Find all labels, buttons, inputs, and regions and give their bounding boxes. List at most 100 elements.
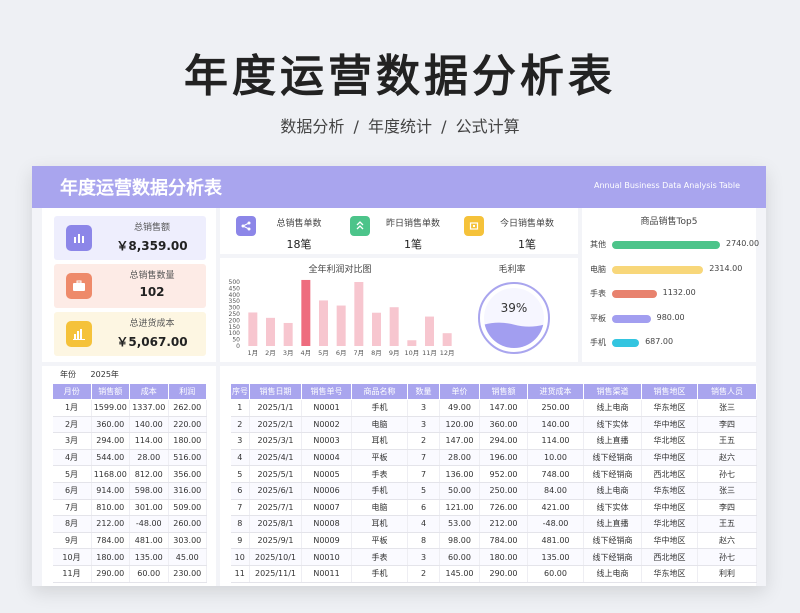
table-row[interactable]: 5月 1168.00 812.00 356.00 xyxy=(52,465,207,483)
table-row[interactable]: 9 2025/9/1 N0009 平板 8 98.00 784.00 481.00 线下经销商华… xyxy=(230,532,757,550)
table-cell[interactable]: 784.00 xyxy=(91,532,130,550)
table-cell[interactable]: 509.00 xyxy=(168,499,207,517)
table-cell[interactable]: 28.00 xyxy=(439,449,480,467)
table-cell[interactable]: 电脑 xyxy=(351,416,408,434)
table-cell[interactable]: 5 xyxy=(230,465,250,483)
table-cell[interactable]: 11月 xyxy=(52,565,92,583)
table-cell[interactable]: 294.00 xyxy=(479,432,528,450)
table-cell[interactable]: 耳机 xyxy=(351,515,408,533)
table-cell[interactable]: N0003 xyxy=(301,432,352,450)
table-cell[interactable]: 260.00 xyxy=(168,515,207,533)
table-row[interactable]: 6月 914.00 598.00 316.00 xyxy=(52,482,207,500)
table-cell[interactable]: N0001 xyxy=(301,399,352,417)
table-cell[interactable]: 180.00 xyxy=(479,548,528,566)
table-cell[interactable]: 2 xyxy=(407,565,440,583)
table-cell[interactable]: 利利 xyxy=(697,565,757,583)
table-cell[interactable]: 平板 xyxy=(351,532,408,550)
table-cell[interactable]: 135.00 xyxy=(527,548,584,566)
table-cell[interactable]: -48.00 xyxy=(129,515,169,533)
table-cell[interactable]: 6 xyxy=(230,482,250,500)
table-row[interactable]: 10 2025/10/1 N0010 手表 3 60.00 180.00 135.00 线下经销… xyxy=(230,548,757,566)
table-cell[interactable]: 手机 xyxy=(351,399,408,417)
table-cell[interactable]: 赵六 xyxy=(697,532,757,550)
table-cell[interactable]: 4 xyxy=(230,449,250,467)
table-cell[interactable]: 481.00 xyxy=(129,532,169,550)
table-cell[interactable]: 212.00 xyxy=(91,515,130,533)
table-cell[interactable]: 1 xyxy=(230,399,250,417)
table-cell[interactable]: 360.00 xyxy=(479,416,528,434)
table-row[interactable]: 2 2025/2/1 N0002 电脑 3 120.00 360.00 140.00 线下实体华… xyxy=(230,416,757,434)
table-cell[interactable]: 7 xyxy=(230,499,250,517)
profit-bar[interactable] xyxy=(319,300,328,346)
table-row[interactable]: 2月 360.00 140.00 220.00 xyxy=(52,416,207,434)
table-cell[interactable]: 线上直播 xyxy=(583,432,642,450)
table-cell[interactable]: N0009 xyxy=(301,532,352,550)
table-cell[interactable]: 张三 xyxy=(697,399,757,417)
table-cell[interactable]: 线下经销商 xyxy=(583,465,642,483)
table-cell[interactable]: 赵六 xyxy=(697,449,757,467)
table-cell[interactable]: N0007 xyxy=(301,499,352,517)
table-cell[interactable]: 2025/10/1 xyxy=(249,548,302,566)
table-cell[interactable]: 84.00 xyxy=(527,482,584,500)
table-cell[interactable]: 电脑 xyxy=(351,499,408,517)
table-cell[interactable]: 360.00 xyxy=(91,416,130,434)
table-cell[interactable]: 53.00 xyxy=(439,515,480,533)
table-cell[interactable]: 421.00 xyxy=(527,499,584,517)
table-cell[interactable]: 西北地区 xyxy=(641,465,698,483)
table-cell[interactable]: 西北地区 xyxy=(641,548,698,566)
table-cell[interactable]: 10.00 xyxy=(527,449,584,467)
table-row[interactable]: 8月 212.00 -48.00 260.00 xyxy=(52,515,207,533)
table-row[interactable]: 7 2025/7/1 N0007 电脑 6 121.00 726.00 421.00 线下实体华… xyxy=(230,499,757,517)
table-cell[interactable]: 华北地区 xyxy=(641,432,698,450)
table-cell[interactable]: 481.00 xyxy=(527,532,584,550)
table-cell[interactable]: 10 xyxy=(230,548,250,566)
table-cell[interactable]: 784.00 xyxy=(479,532,528,550)
table-row[interactable]: 6 2025/6/1 N0006 手机 5 50.00 250.00 84.00 线上电商 华东地… xyxy=(230,482,757,500)
table-cell[interactable]: 952.00 xyxy=(479,465,528,483)
table-cell[interactable]: 140.00 xyxy=(527,416,584,434)
table-cell[interactable]: 线下经销商 xyxy=(583,548,642,566)
table-cell[interactable]: 手表 xyxy=(351,548,408,566)
table-cell[interactable]: 9 xyxy=(230,532,250,550)
profit-bar[interactable] xyxy=(389,307,399,346)
table-cell[interactable]: 耳机 xyxy=(351,432,408,450)
table-cell[interactable]: 线下实体 xyxy=(583,499,642,517)
table-cell[interactable]: N0005 xyxy=(301,465,352,483)
table-cell[interactable]: 孙七 xyxy=(697,548,757,566)
year-selector[interactable]: 年份 2025年 xyxy=(60,369,119,380)
table-cell[interactable]: -48.00 xyxy=(527,515,584,533)
table-cell[interactable]: 748.00 xyxy=(527,465,584,483)
table-cell[interactable]: 114.00 xyxy=(527,432,584,450)
table-row[interactable]: 1 2025/1/1 N0001 手机 3 49.00 147.00 250.00 线上电商 华东… xyxy=(230,399,757,417)
table-cell[interactable]: 544.00 xyxy=(91,449,130,467)
table-row[interactable]: 3 2025/3/1 N0003 耳机 2 147.00 294.00 114.00 线上直播华… xyxy=(230,432,757,450)
table-cell[interactable]: 50.00 xyxy=(439,482,480,500)
profit-bar[interactable] xyxy=(372,312,381,346)
table-cell[interactable]: 145.00 xyxy=(439,565,480,583)
table-cell[interactable]: 7 xyxy=(407,465,440,483)
table-cell[interactable]: 2025/1/1 xyxy=(249,399,302,417)
table-cell[interactable]: 303.00 xyxy=(168,532,207,550)
table-cell[interactable]: 11 xyxy=(230,565,250,583)
table-cell[interactable]: 8 xyxy=(407,532,440,550)
table-cell[interactable]: 98.00 xyxy=(439,532,480,550)
table-row[interactable]: 9月 784.00 481.00 303.00 xyxy=(52,532,207,550)
table-cell[interactable]: 516.00 xyxy=(168,449,207,467)
table-cell[interactable]: 华东地区 xyxy=(641,399,698,417)
table-cell[interactable]: 王五 xyxy=(697,515,757,533)
table-cell[interactable]: 2025/6/1 xyxy=(249,482,302,500)
table-cell[interactable]: 线上电商 xyxy=(583,482,642,500)
table-cell[interactable]: 220.00 xyxy=(168,416,207,434)
table-cell[interactable]: 5月 xyxy=(52,465,92,483)
table-cell[interactable]: 10月 xyxy=(52,548,92,566)
table-cell[interactable]: 180.00 xyxy=(168,432,207,450)
table-cell[interactable]: 180.00 xyxy=(91,548,130,566)
table-cell[interactable]: N0004 xyxy=(301,449,352,467)
table-cell[interactable]: 6月 xyxy=(52,482,92,500)
table-cell[interactable]: 294.00 xyxy=(91,432,130,450)
table-cell[interactable]: 1337.00 xyxy=(129,399,169,417)
table-cell[interactable]: 316.00 xyxy=(168,482,207,500)
table-cell[interactable]: 2025/8/1 xyxy=(249,515,302,533)
table-cell[interactable]: 810.00 xyxy=(91,499,130,517)
table-cell[interactable]: 3 xyxy=(407,548,440,566)
